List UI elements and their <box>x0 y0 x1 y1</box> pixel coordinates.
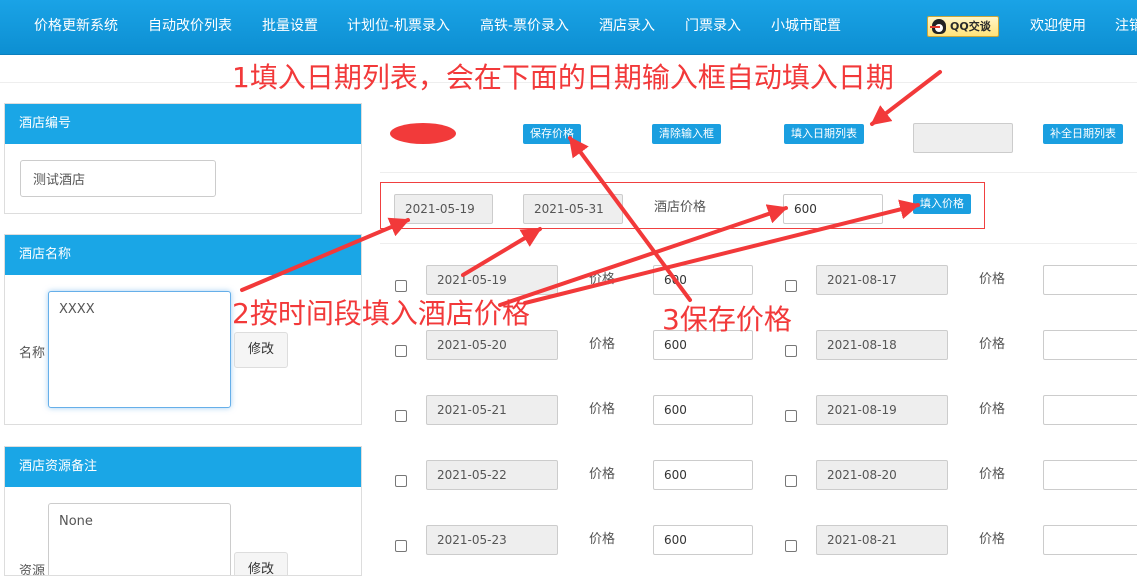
range-start-date[interactable]: 2021-05-19 <box>394 194 493 224</box>
clear-inputs-button[interactable]: 清除输入框 <box>652 124 721 144</box>
hotel-name-label: 名称 <box>19 346 46 361</box>
nav-logout[interactable]: 注销 <box>1115 0 1137 54</box>
row-price-label: 价格 <box>979 467 1006 482</box>
row-checkbox[interactable] <box>395 280 407 292</box>
hotel-note-textarea[interactable]: None <box>48 503 231 575</box>
row-date[interactable]: 2021-05-23 <box>426 525 558 555</box>
row-date[interactable]: 2021-05-20 <box>426 330 558 360</box>
row-date[interactable]: 2021-05-19 <box>426 265 558 295</box>
hotel-name-textarea[interactable]: XXXX <box>48 291 231 408</box>
row-price-label: 价格 <box>589 337 616 352</box>
qq-scarf-icon <box>930 26 940 28</box>
row-price-label: 价格 <box>589 272 616 287</box>
save-price-button[interactable]: 保存价格 <box>523 124 581 144</box>
row-date[interactable]: 2021-08-18 <box>816 330 948 360</box>
row-price-label: 价格 <box>589 402 616 417</box>
row-price-input[interactable]: 600 <box>653 265 753 295</box>
annotation-step-2: 2按时间段填入酒店价格 <box>232 297 530 330</box>
row-checkbox[interactable] <box>785 410 797 422</box>
hotel-note-modify-button[interactable]: 修改 <box>234 552 288 575</box>
row-price-label: 价格 <box>589 532 616 547</box>
annotation-step-1: 1填入日期列表，会在下面的日期输入框自动填入日期 <box>232 61 894 94</box>
hotel-name-heading: 酒店名称 <box>5 235 361 275</box>
hotel-note-heading: 酒店资源备注 <box>5 447 361 487</box>
fill-date-list-button[interactable]: 填入日期列表 <box>784 124 864 144</box>
range-price-input[interactable]: 600 <box>783 194 883 224</box>
row-date[interactable]: 2021-08-20 <box>816 460 948 490</box>
row-checkbox[interactable] <box>395 345 407 357</box>
row-date[interactable]: 2021-08-21 <box>816 525 948 555</box>
nav-ticket-entry[interactable]: 门票录入 <box>685 0 741 54</box>
row-price-input[interactable]: 600 <box>653 460 753 490</box>
row-price-input[interactable] <box>1043 525 1137 555</box>
row-checkbox[interactable] <box>785 280 797 292</box>
hotel-note-label: 资源 <box>19 564 46 576</box>
row-checkbox[interactable] <box>395 410 407 422</box>
row-price-label: 价格 <box>979 272 1006 287</box>
separator <box>380 172 1137 173</box>
hotel-note-panel: 酒店资源备注 资源 None 修改 <box>4 446 362 576</box>
row-price-input[interactable] <box>1043 265 1137 295</box>
row-price-input[interactable] <box>1043 330 1137 360</box>
top-navbar: 价格更新系统 自动改价列表 批量设置 计划位-机票录入 高铁-票价录入 酒店录入… <box>0 0 1137 55</box>
nav-batch-settings[interactable]: 批量设置 <box>262 0 318 54</box>
fill-price-button[interactable]: 填入价格 <box>913 194 971 214</box>
nav-welcome: 欢迎使用 <box>1030 18 1086 34</box>
hotel-code-panel: 酒店编号 <box>4 103 362 214</box>
complete-date-list-button[interactable]: 补全日期列表 <box>1043 124 1123 144</box>
row-date[interactable]: 2021-05-22 <box>426 460 558 490</box>
row-price-label: 价格 <box>589 467 616 482</box>
hotel-price-label: 酒店价格 <box>654 200 707 215</box>
row-date[interactable]: 2021-08-17 <box>816 265 948 295</box>
row-price-label: 价格 <box>979 532 1006 547</box>
hotel-code-heading: 酒店编号 <box>5 104 361 144</box>
redaction-mark <box>390 123 456 144</box>
nav-price-update-system[interactable]: 价格更新系统 <box>34 0 118 54</box>
row-checkbox[interactable] <box>785 345 797 357</box>
row-checkbox[interactable] <box>395 475 407 487</box>
qq-chat-button[interactable]: QQ交谈 <box>927 16 999 37</box>
row-price-input[interactable]: 600 <box>653 395 753 425</box>
separator <box>380 243 1137 244</box>
row-checkbox[interactable] <box>785 540 797 552</box>
row-price-label: 价格 <box>979 337 1006 352</box>
nav-small-city-config[interactable]: 小城市配置 <box>771 0 841 54</box>
hotel-code-input[interactable] <box>20 160 216 197</box>
row-checkbox[interactable] <box>395 540 407 552</box>
range-end-date[interactable]: 2021-05-31 <box>523 194 623 224</box>
qq-chat-label: QQ交谈 <box>950 20 991 33</box>
row-price-input[interactable] <box>1043 460 1137 490</box>
row-price-input[interactable] <box>1043 395 1137 425</box>
row-price-label: 价格 <box>979 402 1006 417</box>
row-date[interactable]: 2021-08-19 <box>816 395 948 425</box>
nav-hotel-entry[interactable]: 酒店录入 <box>599 0 655 54</box>
annotation-step-3: 3保存价格 <box>662 303 792 336</box>
hotel-name-modify-button[interactable]: 修改 <box>234 332 288 368</box>
row-date[interactable]: 2021-05-21 <box>426 395 558 425</box>
nav-flight-entry[interactable]: 计划位-机票录入 <box>347 0 450 54</box>
row-checkbox[interactable] <box>785 475 797 487</box>
date-list-field[interactable] <box>913 123 1013 153</box>
nav-train-fare-entry[interactable]: 高铁-票价录入 <box>480 0 569 54</box>
row-price-input[interactable]: 600 <box>653 525 753 555</box>
nav-auto-price-list[interactable]: 自动改价列表 <box>148 0 232 54</box>
